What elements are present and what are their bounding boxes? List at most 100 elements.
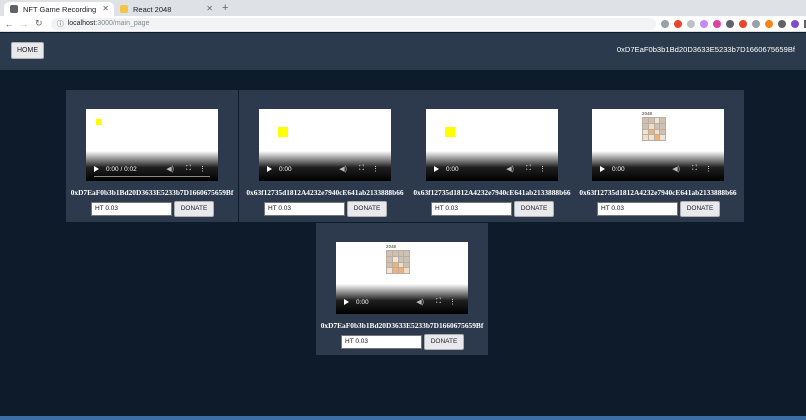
grid-cell	[660, 123, 665, 129]
mute-icon[interactable]: ◀)	[672, 165, 680, 173]
fullscreen-icon[interactable]: ⛶	[526, 165, 531, 173]
video-frame	[445, 127, 455, 137]
video-player[interactable]: 0:00 / 0:02 ◀) ⛶ ⋮	[86, 109, 218, 181]
avatar[interactable]	[791, 19, 799, 28]
video-card: 0:00 / 0:02 ◀) ⛶ ⋮ 0xD7EaF0b3b1Bd20D3633…	[66, 90, 238, 222]
donate-button[interactable]: DONATE	[514, 201, 554, 217]
grid-cell	[398, 251, 404, 256]
donate-button[interactable]: DONATE	[680, 201, 720, 217]
video-controls: 0:00 ◀) ⛶ ⋮	[592, 151, 724, 181]
donation-amount-input[interactable]: HT 0.03	[431, 202, 512, 216]
extension-icon[interactable]	[739, 19, 747, 28]
donate-button[interactable]: DONATE	[424, 334, 464, 350]
video-player[interactable]: 2048 0:00 ◀) ⛶ ⋮	[336, 242, 468, 314]
creator-address: 0x63f12735d1812A4232e7940cE641ab2133888b…	[579, 188, 737, 197]
play-icon[interactable]	[94, 166, 99, 172]
more-options-icon[interactable]: ⋮	[449, 298, 456, 306]
fullscreen-icon[interactable]: ⛶	[436, 298, 441, 306]
video-card: 2048 0:00 ◀) ⛶ ⋮ 0x63f12735d1812A4232e79…	[572, 90, 744, 222]
tab-title: React 2048	[133, 4, 172, 14]
grid-cell	[387, 251, 392, 256]
tab-nft-game-recording[interactable]: NFT Game Recording ✕	[4, 2, 114, 16]
extension-icon[interactable]	[726, 19, 734, 28]
video-time: 0:00 / 0:02	[106, 166, 137, 173]
donate-button[interactable]: DONATE	[174, 201, 214, 217]
game-grid	[642, 117, 666, 141]
grid-cell	[392, 251, 398, 256]
forward-icon[interactable]: →	[18, 19, 30, 29]
video-card: 0:00 ◀) ⛶ ⋮ 0x63f12735d1812A4232e7940cE6…	[239, 90, 411, 222]
video-player[interactable]: 0:00 ◀) ⛶ ⋮	[259, 109, 391, 181]
grid-cell	[404, 256, 409, 262]
fullscreen-icon[interactable]: ⛶	[692, 165, 697, 173]
game-grid	[386, 250, 410, 274]
back-icon[interactable]: ←	[3, 19, 15, 29]
extension-icon[interactable]	[700, 19, 708, 28]
video-time: 0:00	[356, 299, 369, 306]
grid-cell	[648, 123, 654, 129]
extension-icon[interactable]	[752, 19, 760, 28]
close-icon[interactable]: ✕	[102, 4, 109, 13]
video-time: 0:00	[612, 166, 625, 173]
fullscreen-icon[interactable]: ⛶	[359, 165, 364, 173]
puzzle-icon[interactable]	[778, 19, 786, 28]
donation-amount-input[interactable]: HT 0.03	[597, 202, 678, 216]
more-options-icon[interactable]: ⋮	[539, 165, 546, 173]
video-controls: 0:00 ◀) ⛶ ⋮	[426, 151, 558, 181]
grid-cell	[660, 129, 665, 135]
video-player[interactable]: 0:00 ◀) ⛶ ⋮	[426, 109, 558, 181]
grid-cell	[643, 123, 648, 129]
fullscreen-icon[interactable]: ⛶	[186, 165, 191, 173]
donate-button[interactable]: DONATE	[347, 201, 387, 217]
grid-cell	[404, 268, 409, 273]
video-time: 0:00	[446, 166, 459, 173]
creator-address: 0x63f12735d1812A4232e7940cE641ab2133888b…	[246, 188, 404, 197]
grid-cell	[643, 135, 648, 140]
more-options-icon[interactable]: ⋮	[199, 165, 206, 173]
extension-icon[interactable]	[674, 19, 682, 28]
more-options-icon[interactable]: ⋮	[705, 165, 712, 173]
mute-icon[interactable]: ◀)	[339, 165, 347, 173]
grid-cell	[392, 262, 398, 268]
grid-cell	[660, 118, 665, 123]
video-controls: 0:00 / 0:02 ◀) ⛶ ⋮	[86, 151, 218, 181]
more-options-icon[interactable]: ⋮	[372, 165, 379, 173]
tab-react-2048[interactable]: React 2048 ✕	[114, 2, 218, 16]
browser-tab-bar: NFT Game Recording ✕ React 2048 ✕ +	[0, 0, 806, 16]
grid-cell	[404, 262, 409, 268]
donation-amount-input[interactable]: HT 0.03	[341, 335, 422, 349]
donation-amount-input[interactable]: HT 0.03	[264, 202, 345, 216]
close-icon[interactable]: ✕	[206, 4, 213, 13]
grid-cell	[648, 129, 654, 135]
play-icon[interactable]	[344, 299, 349, 305]
star-icon[interactable]	[661, 19, 669, 28]
address-bar[interactable]: ⓘ localhost:3000/main_page	[50, 17, 656, 30]
grid-cell	[648, 135, 654, 140]
url-host: localhost	[67, 20, 96, 27]
video-controls: 0:00 ◀) ⛶ ⋮	[259, 151, 391, 181]
video-frame	[278, 127, 288, 137]
grid-cell	[398, 256, 404, 262]
grid-cell	[387, 268, 392, 273]
metamask-icon[interactable]	[765, 19, 773, 28]
mute-icon[interactable]: ◀)	[416, 298, 424, 306]
grid-cell	[392, 256, 398, 262]
url-path: :3000/main_page	[95, 20, 150, 27]
page-bottom-edge	[0, 416, 806, 420]
donation-amount-input[interactable]: HT 0.03	[91, 202, 172, 216]
reload-icon[interactable]: ↻	[33, 18, 45, 29]
extension-icon[interactable]	[713, 19, 721, 28]
mute-icon[interactable]: ◀)	[506, 165, 514, 173]
play-icon[interactable]	[600, 166, 605, 172]
home-button[interactable]: HOME	[11, 42, 44, 59]
video-controls: 0:00 ◀) ⛶ ⋮	[336, 284, 468, 314]
video-player[interactable]: 2048 0:00 ◀) ⛶ ⋮	[592, 109, 724, 181]
new-tab-button[interactable]: +	[222, 2, 228, 16]
extension-icon[interactable]	[687, 19, 695, 28]
video-card: 0:00 ◀) ⛶ ⋮ 0x63f12735d1812A4232e7940cE6…	[406, 90, 578, 222]
play-icon[interactable]	[267, 166, 272, 172]
play-icon[interactable]	[434, 166, 439, 172]
video-progress[interactable]	[94, 175, 210, 177]
mute-icon[interactable]: ◀)	[166, 165, 174, 173]
video-time: 0:00	[279, 166, 292, 173]
